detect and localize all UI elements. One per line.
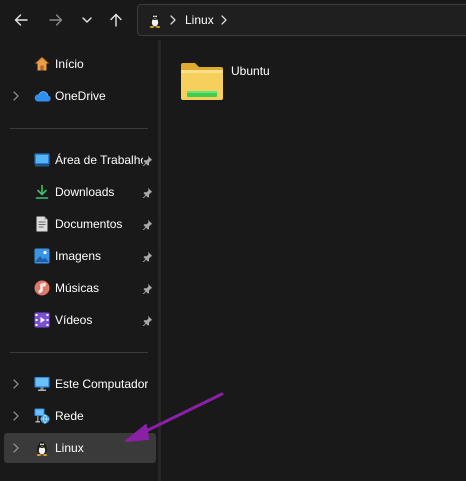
breadcrumb-separator-icon[interactable] (169, 15, 177, 25)
pictures-icon (33, 247, 51, 265)
breadcrumb-linux[interactable]: Linux (185, 13, 214, 27)
navigation-toolbar: Linux (0, 0, 466, 40)
up-button[interactable] (102, 6, 130, 34)
sidebar-item-music[interactable]: Músicas (4, 273, 156, 303)
desktop-icon (33, 151, 51, 169)
forward-button[interactable] (42, 6, 70, 34)
sidebar-item-label: Rede (55, 409, 84, 423)
sidebar-divider (10, 352, 148, 353)
sidebar-item-videos[interactable]: Vídeos (4, 305, 156, 335)
recent-locations-button[interactable] (73, 6, 101, 34)
sidebar-item-desktop[interactable]: Área de Trabalho (4, 145, 156, 175)
chevron-right-icon[interactable] (11, 443, 21, 453)
sidebar-item-label: OneDrive (55, 89, 106, 103)
videos-icon (33, 311, 51, 329)
sidebar-item-linux[interactable]: Linux (4, 433, 156, 463)
sidebar-item-downloads[interactable]: Downloads (4, 177, 156, 207)
tux-penguin-icon (33, 439, 51, 457)
sidebar-item-label: Imagens (55, 249, 102, 263)
folder-item-ubuntu[interactable]: Ubuntu (179, 58, 289, 106)
pin-icon[interactable] (141, 282, 153, 294)
arrow-right-icon (49, 14, 63, 26)
sidebar-item-label: Vídeos (55, 313, 93, 327)
chevron-down-icon (82, 17, 92, 23)
sidebar-item-label: Início (55, 57, 84, 71)
sidebar-item-this-pc[interactable]: Este Computador (4, 369, 156, 399)
address-bar[interactable]: Linux (137, 4, 466, 36)
sidebar-item-label: Músicas (55, 281, 100, 295)
file-list: Ubuntu (161, 40, 466, 481)
sidebar-item-documents[interactable]: Documentos (4, 209, 156, 239)
onedrive-cloud-icon (33, 87, 51, 105)
sidebar-item-label: Documentos (55, 217, 123, 231)
sidebar-item-network[interactable]: Rede (4, 401, 156, 431)
chevron-right-icon[interactable] (11, 411, 21, 421)
music-icon (33, 279, 51, 297)
sidebar-item-pictures[interactable]: Imagens (4, 241, 156, 271)
download-icon (33, 183, 51, 201)
home-icon (33, 55, 51, 73)
document-icon (33, 215, 51, 233)
sidebar-item-label: Downloads (55, 185, 115, 199)
sidebar-item-label: Área de Trabalho (55, 153, 143, 167)
chevron-right-icon[interactable] (11, 91, 21, 101)
pin-icon[interactable] (141, 314, 153, 326)
pin-icon[interactable] (141, 154, 153, 166)
sidebar-item-onedrive[interactable]: OneDrive (4, 81, 156, 111)
this-pc-icon (33, 375, 51, 393)
chevron-right-icon[interactable] (11, 379, 21, 389)
sidebar-item-home[interactable]: Início (4, 49, 156, 79)
sidebar-item-label: Linux (55, 441, 84, 455)
pin-icon[interactable] (141, 250, 153, 262)
pin-icon[interactable] (141, 218, 153, 230)
sidebar-item-label: Este Computador (55, 377, 149, 391)
arrow-up-icon (110, 13, 122, 27)
arrow-left-icon (14, 14, 28, 26)
folder-label: Ubuntu (231, 64, 270, 78)
network-icon (33, 407, 51, 425)
pin-icon[interactable] (141, 186, 153, 198)
wsl-folder-icon (179, 58, 225, 104)
tux-penguin-icon (147, 12, 163, 28)
back-button[interactable] (7, 6, 35, 34)
breadcrumb-separator-icon[interactable] (220, 15, 228, 25)
sidebar-divider (10, 128, 148, 129)
